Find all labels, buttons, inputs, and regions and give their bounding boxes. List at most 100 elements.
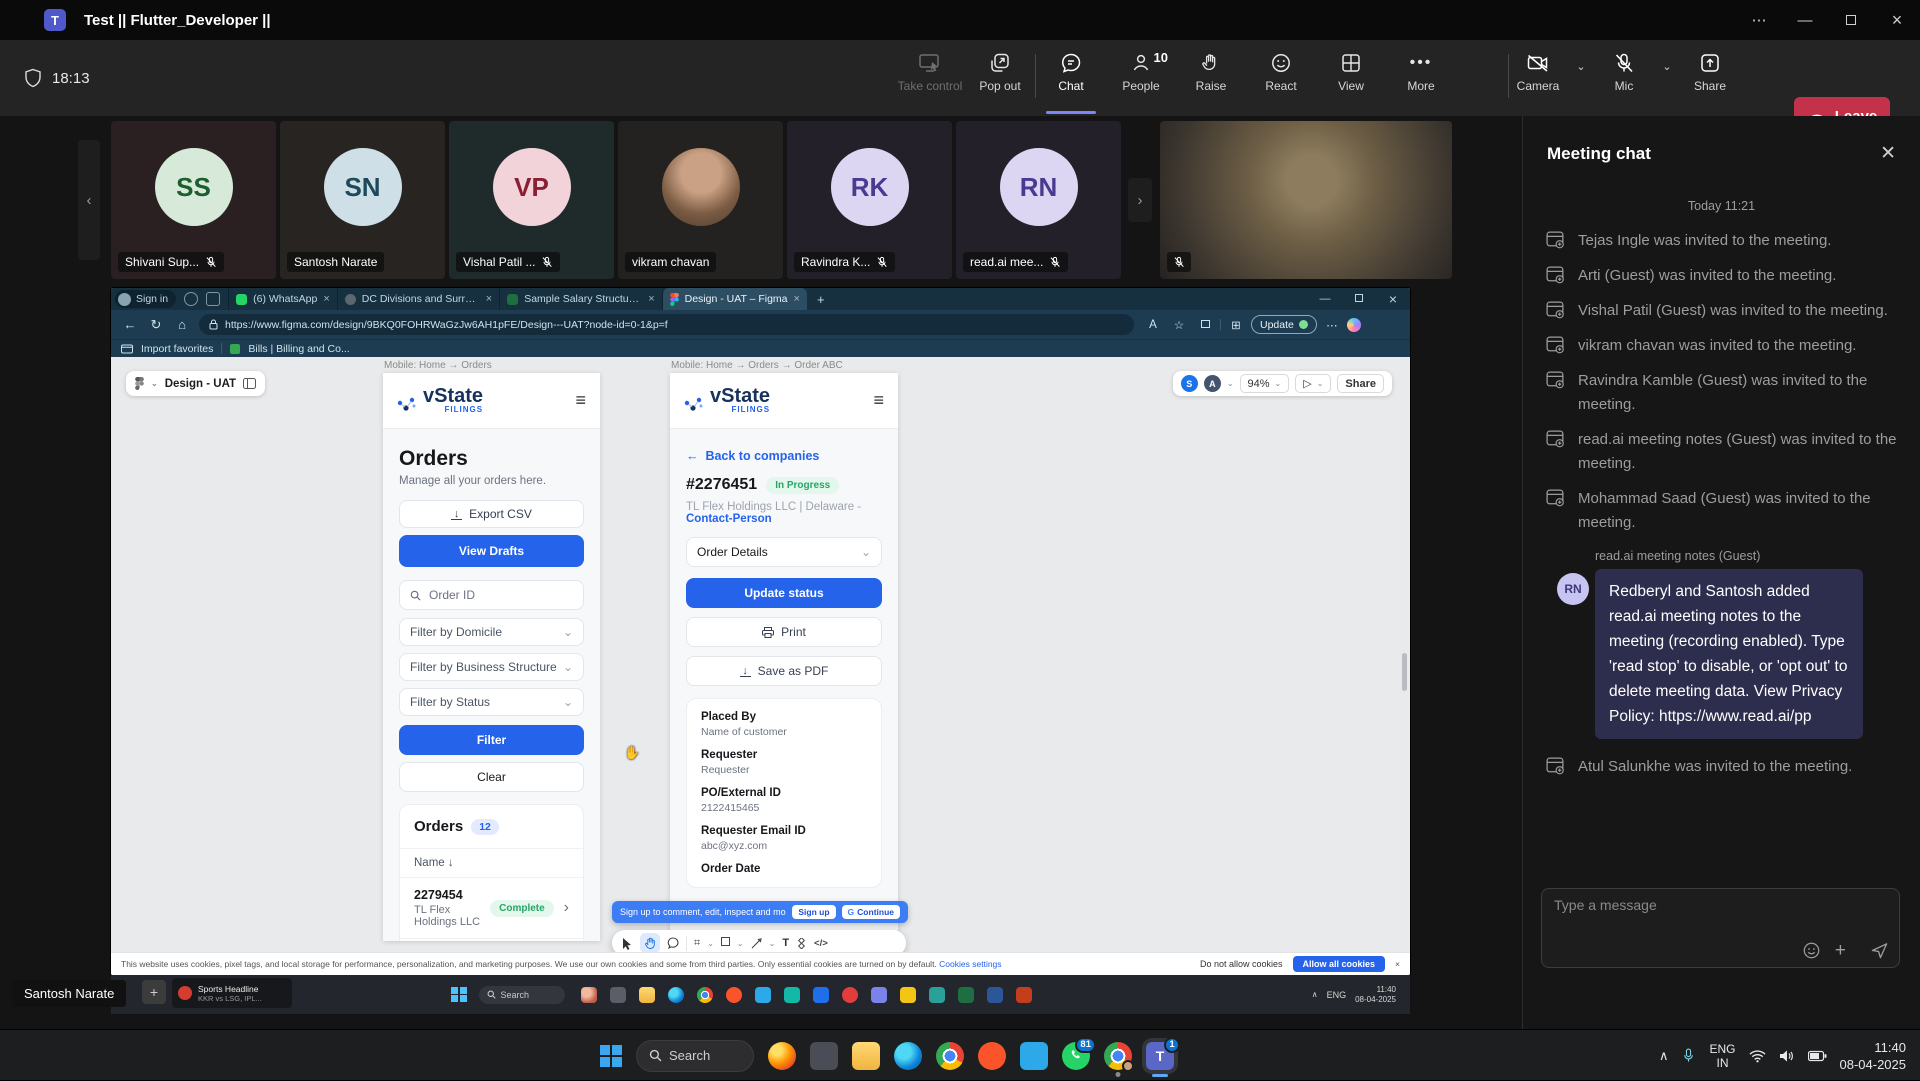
battery-icon[interactable] <box>1808 1050 1827 1062</box>
attach-plus-icon[interactable]: + <box>1835 941 1846 960</box>
vscode-icon[interactable] <box>1020 1042 1048 1070</box>
brave-icon[interactable] <box>978 1042 1006 1070</box>
figma-doc-chip[interactable]: ⌄ Design - UAT <box>126 371 265 396</box>
close-icon[interactable]: × <box>1874 0 1920 40</box>
allow-cookies-button[interactable]: Allow all cookies <box>1293 956 1386 972</box>
back-icon[interactable]: ← <box>117 317 143 332</box>
canvas-scrollbar[interactable] <box>1402 653 1407 691</box>
emoji-icon[interactable] <box>1802 941 1821 960</box>
update-status-button[interactable]: Update status <box>686 578 882 608</box>
shape-tool-icon[interactable] <box>721 937 730 949</box>
frame-tool-icon[interactable]: ⌗ <box>694 937 700 950</box>
raise-hand-button[interactable]: Raise <box>1176 40 1246 116</box>
participant-tile[interactable]: RK Ravindra K... <box>787 121 952 279</box>
address-bar[interactable]: https://www.figma.com/design/9BKQ0FOHRWa… <box>199 314 1134 335</box>
new-tab-button[interactable]: + <box>817 292 825 307</box>
signup-button[interactable]: Sign up <box>792 905 835 919</box>
figma-share-button[interactable]: Share <box>1337 374 1384 393</box>
favorite-star-icon[interactable]: ☆ <box>1168 318 1190 332</box>
participant-tile[interactable]: RN read.ai mee... <box>956 121 1121 279</box>
figma-canvas[interactable]: ⌄ Design - UAT S A ⌄ 94%⌄ ▷⌄ Share Mobil… <box>111 357 1410 975</box>
taskbar-clock[interactable]: 11:4008-04-2025 <box>1840 1039 1907 1073</box>
collaborator-avatar[interactable]: S <box>1181 375 1198 392</box>
tray-mic-icon[interactable] <box>1681 1047 1696 1064</box>
move-tool-icon[interactable] <box>622 937 633 950</box>
order-row[interactable]: 2279451TL Flex Holdings LLC Complete › <box>400 938 583 941</box>
start-button[interactable] <box>600 1045 622 1067</box>
read-aloud-icon[interactable]: A <box>1142 319 1164 331</box>
mic-button[interactable]: Mic <box>1595 40 1653 116</box>
chat-button[interactable]: Chat <box>1036 40 1106 116</box>
tab-close-icon[interactable]: × <box>486 293 492 305</box>
import-favorites-link[interactable]: Import favorites <box>141 343 213 355</box>
home-icon[interactable]: ⌂ <box>169 317 195 332</box>
participant-tile[interactable]: SN Santosh Narate <box>280 121 445 279</box>
save-as-pdf-button[interactable]: ↓Save as PDF <box>686 656 882 686</box>
tab-close-icon[interactable]: × <box>648 293 654 305</box>
copilot-icon[interactable] <box>1347 318 1361 332</box>
vertical-tabs-icon[interactable] <box>206 292 220 306</box>
browser-minimize-icon[interactable]: — <box>1308 293 1342 305</box>
zoom-level-select[interactable]: 94%⌄ <box>1240 374 1290 393</box>
browser-close-icon[interactable]: × <box>1376 291 1410 307</box>
camera-options-chevron[interactable]: ⌄ <box>1567 40 1595 116</box>
clear-button[interactable]: Clear <box>399 762 584 792</box>
browser-tab[interactable]: (6) WhatsApp× <box>228 288 337 310</box>
google-continue-button[interactable]: GContinue <box>842 905 900 919</box>
order-id-search-input[interactable]: Order ID <box>399 580 584 610</box>
strip-scroll-left-button[interactable]: ‹ <box>78 140 100 260</box>
chevron-down-icon[interactable]: ⌄ <box>1227 379 1234 388</box>
browser-update-button[interactable]: Update <box>1251 315 1317 334</box>
participant-tile[interactable]: SS Shivani Sup... <box>111 121 276 279</box>
refresh-icon[interactable]: ↻ <box>143 317 169 333</box>
filter-button[interactable]: Filter <box>399 725 584 755</box>
tab-close-icon[interactable]: × <box>794 293 800 305</box>
contact-person-link[interactable]: Contact-Person <box>686 513 772 525</box>
strip-scroll-right-button[interactable]: › <box>1128 178 1152 222</box>
shared-start-icon[interactable] <box>451 987 467 1003</box>
view-drafts-button[interactable]: View Drafts <box>399 535 584 567</box>
wifi-icon[interactable] <box>1749 1049 1766 1063</box>
filter-domicile-select[interactable]: Filter by Domicile⌄ <box>399 618 584 646</box>
components-icon[interactable] <box>796 938 807 949</box>
order-detail-mockup-frame[interactable]: vStateFILINGS ≡ ← Back to companies #227… <box>670 373 898 941</box>
shared-search-box[interactable]: Search <box>479 986 565 1004</box>
text-tool-icon[interactable]: T <box>782 937 789 949</box>
mic-options-chevron[interactable]: ⌄ <box>1653 40 1681 116</box>
browser-tab[interactable]: Sample Salary Structure with calc× <box>499 288 661 310</box>
workspaces-icon[interactable] <box>184 292 198 306</box>
name-column-header[interactable]: Name ↓ <box>400 848 583 877</box>
camera-button[interactable]: Camera <box>1509 40 1567 116</box>
order-row[interactable]: 2279454TL Flex Holdings LLC Complete › <box>400 877 583 938</box>
chat-input-box[interactable]: + <box>1541 888 1900 968</box>
chat-close-icon[interactable]: ✕ <box>1880 142 1896 165</box>
volume-icon[interactable] <box>1779 1049 1795 1063</box>
tray-chevron-icon[interactable]: ∧ <box>1659 1048 1669 1064</box>
react-button[interactable]: React <box>1246 40 1316 116</box>
dev-mode-icon[interactable]: </> <box>814 938 828 949</box>
minimize-icon[interactable]: — <box>1782 0 1828 40</box>
split-screen-icon[interactable] <box>1194 319 1216 331</box>
maximize-icon[interactable] <box>1828 0 1874 40</box>
taskbar-search-box[interactable]: Search <box>636 1040 754 1072</box>
cookie-close-icon[interactable]: × <box>1395 959 1400 969</box>
shared-system-tray[interactable]: ∧ ENG 11:40 08-04-2025 <box>1312 985 1396 1005</box>
hand-tool-icon[interactable] <box>640 933 660 953</box>
browser-maximize-icon[interactable] <box>1342 293 1376 305</box>
browser-menu-icon[interactable]: ⋯ <box>1321 318 1343 332</box>
filter-business-structure-select[interactable]: Filter by Business Structure⌄ <box>399 653 584 681</box>
pen-tool-icon[interactable] <box>751 938 762 949</box>
shared-taskbar-icons[interactable] <box>581 987 1032 1003</box>
news-widget[interactable]: Sports HeadlineKKR vs LSG, IPL... <box>172 978 292 1008</box>
browser-signin-chip[interactable]: Sign in <box>115 290 176 308</box>
orders-mockup-frame[interactable]: vStateFILINGS ≡ Orders Manage all your o… <box>383 373 600 941</box>
back-to-companies-link[interactable]: ← Back to companies <box>686 449 882 463</box>
file-explorer-icon[interactable] <box>852 1042 880 1070</box>
filter-status-select[interactable]: Filter by Status⌄ <box>399 688 584 716</box>
print-button[interactable]: Print <box>686 617 882 647</box>
bookmark-link[interactable]: Bills | Billing and Co... <box>248 343 349 355</box>
people-button[interactable]: 10 People <box>1106 40 1176 116</box>
chrome-profile-icon[interactable] <box>1104 1042 1132 1070</box>
add-overlay-button[interactable]: + <box>142 980 166 1004</box>
participant-tile[interactable]: VP Vishal Patil ... <box>449 121 614 279</box>
